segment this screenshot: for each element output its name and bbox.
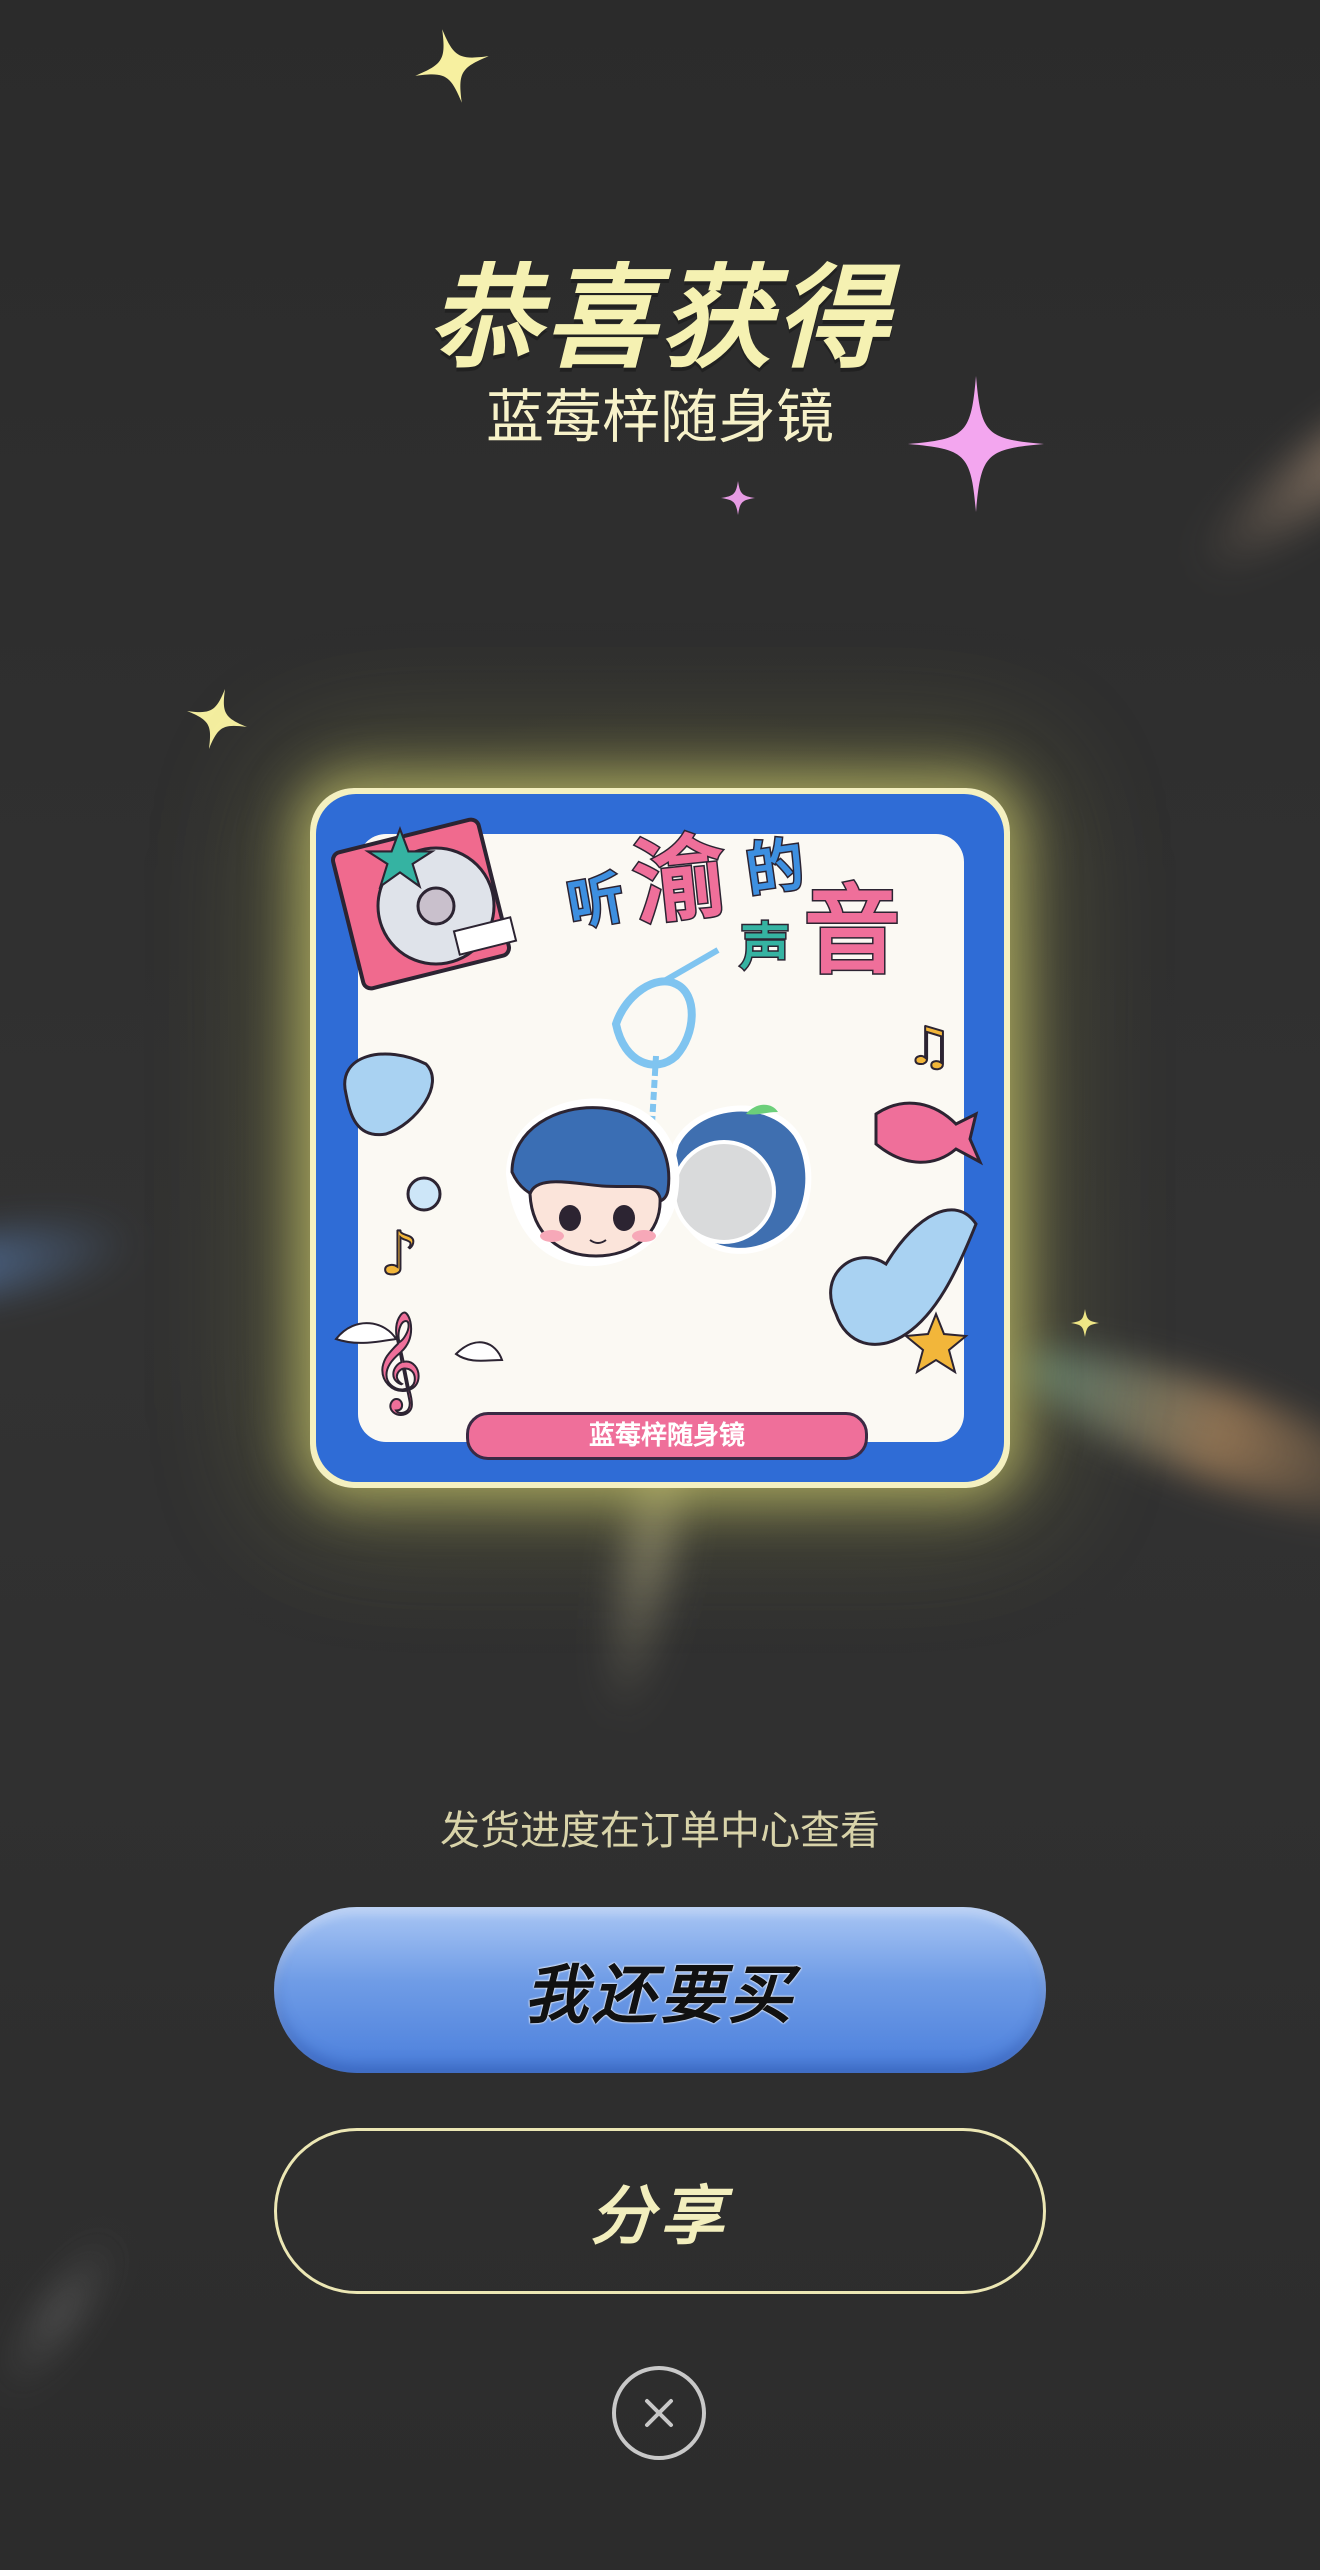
music-note-icon: ♫: [906, 1017, 953, 1077]
banner-title: 听 渝 的 声 音: [561, 821, 901, 989]
sparkle-icon: [415, 29, 489, 103]
card-frame: 听 渝 的 声 音 ♫ ♪ 𝄞 蓝莓梓随身镜: [316, 794, 1004, 1482]
shipping-hint: 发货进度在订单中心查看: [440, 1808, 880, 1854]
product-label: 蓝莓梓随身镜: [466, 1412, 868, 1460]
chibi-character-icon: [506, 1098, 680, 1267]
prize-result-screen: 恭喜获得 蓝莓梓随身镜 听 渝 的 声 音 ♫ ♪ 𝄞 蓝莓梓随身镜 发货进度在…: [0, 0, 1320, 2570]
close-button[interactable]: [612, 2366, 706, 2460]
svg-text:的: 的: [741, 830, 808, 905]
sparkle-icon: [187, 689, 247, 749]
svg-text:声: 声: [740, 918, 790, 976]
svg-text:渝: 渝: [628, 822, 731, 938]
prize-illustration: 听 渝 的 声 音 ♫ ♪ 𝄞: [330, 817, 984, 1416]
sparkle-icon: [721, 481, 755, 515]
sparkle-icon: [1071, 1309, 1099, 1337]
keychain-strap: [611, 947, 720, 1125]
congrats-title: 恭喜获得: [428, 254, 892, 384]
mirror-icon: [669, 1104, 812, 1254]
cd-case-icon: [330, 817, 518, 991]
light-flare: [1007, 1320, 1320, 1550]
prize-name: 蓝莓梓随身镜: [485, 383, 834, 451]
light-flare: [0, 2223, 129, 2403]
music-note-icon: ♪: [380, 1219, 418, 1289]
close-icon: [645, 2399, 673, 2427]
svg-text:听: 听: [563, 865, 629, 939]
svg-text:音: 音: [804, 875, 900, 987]
buy-again-button[interactable]: 我还要买: [274, 1907, 1046, 2073]
prize-card: 听 渝 的 声 音 ♫ ♪ 𝄞 蓝莓梓随身镜: [310, 788, 1010, 1488]
share-button[interactable]: 分享: [274, 2128, 1046, 2294]
light-flare: [0, 1207, 144, 1313]
